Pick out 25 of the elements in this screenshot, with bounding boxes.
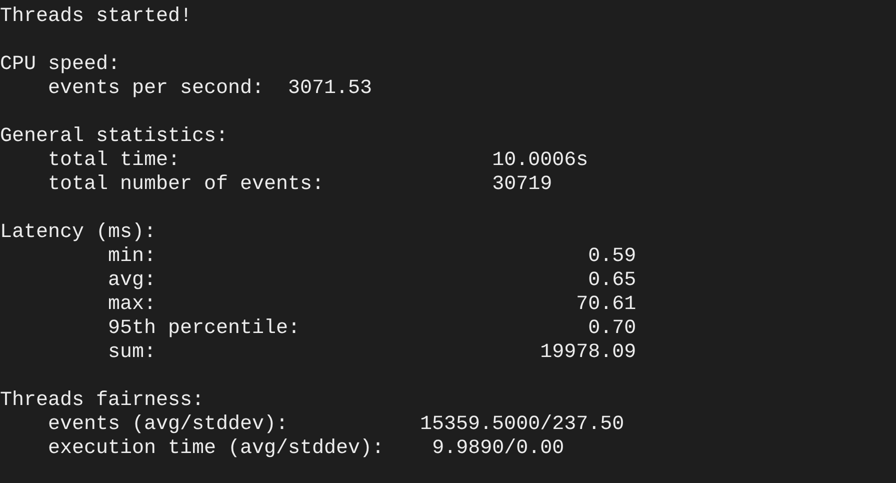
stat-value: 10.0006s xyxy=(492,149,588,172)
stat-label: 95th percentile: xyxy=(108,317,300,340)
stat-label: sum: xyxy=(108,341,156,364)
stat-value: 70.61 xyxy=(576,293,636,316)
section-heading: Threads started! xyxy=(0,5,192,29)
stat-value: 9.9890/0.00 xyxy=(432,437,564,460)
stat-label: total time: xyxy=(48,149,180,172)
stat-label: events per second: xyxy=(48,77,264,100)
stat-value: 19978.09 xyxy=(540,341,636,364)
stat-value: 0.70 xyxy=(588,317,636,340)
stat-value: 30719 xyxy=(492,173,552,196)
stat-value: 0.59 xyxy=(588,245,636,268)
stat-value: 0.65 xyxy=(588,269,636,292)
stat-label: max: xyxy=(108,293,156,316)
section-heading: CPU speed: xyxy=(0,53,120,77)
section-heading: Threads fairness: xyxy=(0,389,204,413)
stat-label: execution time (avg/stddev): xyxy=(48,437,384,460)
stat-label: total number of events: xyxy=(48,173,324,196)
stat-value: 3071.53 xyxy=(288,77,372,100)
stat-label: avg: xyxy=(108,269,156,292)
section-heading: General statistics: xyxy=(0,125,228,149)
stat-label: min: xyxy=(108,245,156,268)
section-heading: Latency (ms): xyxy=(0,221,156,245)
stat-value: 15359.5000/237.50 xyxy=(420,413,624,436)
stat-label: events (avg/stddev): xyxy=(48,413,288,436)
